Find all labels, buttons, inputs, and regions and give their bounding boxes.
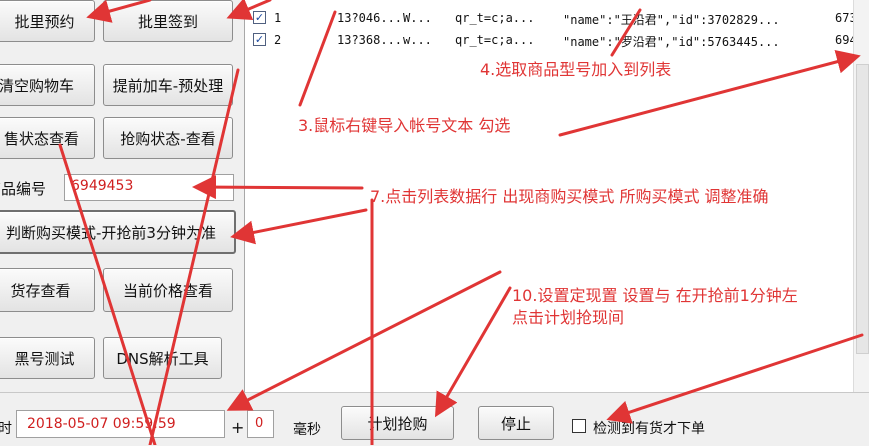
batch-reserve-button[interactable]: 批里预约 (0, 0, 95, 42)
row-index: 1 (274, 11, 282, 25)
blacklist-test-button[interactable]: 黑号测试 (0, 337, 95, 379)
annotation-step10-line2: 点击计划抢现间 (512, 308, 625, 327)
stock-check-button[interactable]: 货存查看 (0, 268, 95, 312)
app-window: 批里预约 批里签到 清空购物车 提前加车-预处理 售状态查看 抢购状态-查看 商… (0, 0, 869, 446)
product-id-label: 商品编号 (0, 180, 47, 198)
time-label: 时 (0, 421, 12, 437)
table-row[interactable]: ✓ 2 13?368... w... qr_t=c;a... "name":"罗… (245, 30, 864, 52)
clear-cart-button[interactable]: 清空购物车 (0, 64, 95, 106)
row-index: 2 (274, 33, 282, 47)
annotation-step4: 4.选取商品型号加入到列表 (480, 60, 672, 79)
ms-offset-input[interactable]: 0 (247, 410, 274, 438)
annotation-step7: 7.点击列表数据行 出现商购买模式 所购买模式 调整准确 (370, 187, 769, 206)
row-checkbox[interactable]: ✓ (253, 33, 266, 46)
table-row[interactable]: ✓ 1 13?046... W... qr_t=c;a... "name":"王… (245, 8, 864, 30)
scrollbar-thumb[interactable] (856, 64, 869, 354)
row-phone: 13?368... (337, 33, 403, 47)
row-cookie: qr_t=c;a... (455, 33, 535, 47)
batch-checkin-button[interactable]: 批里签到 (103, 0, 233, 42)
row-password: W... (403, 11, 432, 25)
stock-only-label: 检测到有货才下单 (593, 421, 705, 437)
left-control-panel: 批里预约 批里签到 清空购物车 提前加车-预处理 售状态查看 抢购状态-查看 商… (0, 0, 244, 392)
plus-label: + (231, 418, 245, 437)
dns-tool-button[interactable]: DNS解析工具 (103, 337, 222, 379)
annotation-step3: 3.鼠标右键导入帐号文本 勾选 (298, 116, 511, 135)
stop-button[interactable]: 停止 (478, 406, 554, 440)
row-password: w... (403, 33, 432, 47)
plan-buy-button[interactable]: 计划抢购 (341, 406, 454, 440)
schedule-bar: 时 2018-05-07 09:59:59 + 0 毫秒 计划抢购 停止 检测到… (0, 392, 869, 446)
row-user-info: "name":"王沿君","id":3702829... (563, 13, 780, 27)
datetime-input[interactable]: 2018-05-07 09:59:59 (16, 410, 225, 438)
row-user-info: "name":"罗沿君","id":5763445... (563, 35, 780, 49)
buy-mode-button[interactable]: 判断购买模式-开抢前3分钟为准 (0, 210, 236, 254)
preadd-cart-button[interactable]: 提前加车-预处理 (103, 64, 233, 106)
row-cookie: qr_t=c;a... (455, 11, 535, 25)
ms-label: 毫秒 (293, 422, 321, 438)
price-check-button[interactable]: 当前价格查看 (103, 268, 233, 312)
stock-only-checkbox[interactable] (572, 419, 586, 433)
sale-status-button[interactable]: 售状态查看 (0, 117, 95, 159)
row-phone: 13?046... (337, 11, 403, 25)
row-checkbox[interactable]: ✓ (253, 11, 266, 24)
product-id-input[interactable]: 6949453 (64, 174, 234, 201)
annotation-step10-line1: 10.设置定现置 设置与 在开抢前1分钟左 (512, 286, 798, 305)
list-scrollbar[interactable] (853, 0, 869, 392)
buy-status-button[interactable]: 抢购状态-查看 (103, 117, 233, 159)
